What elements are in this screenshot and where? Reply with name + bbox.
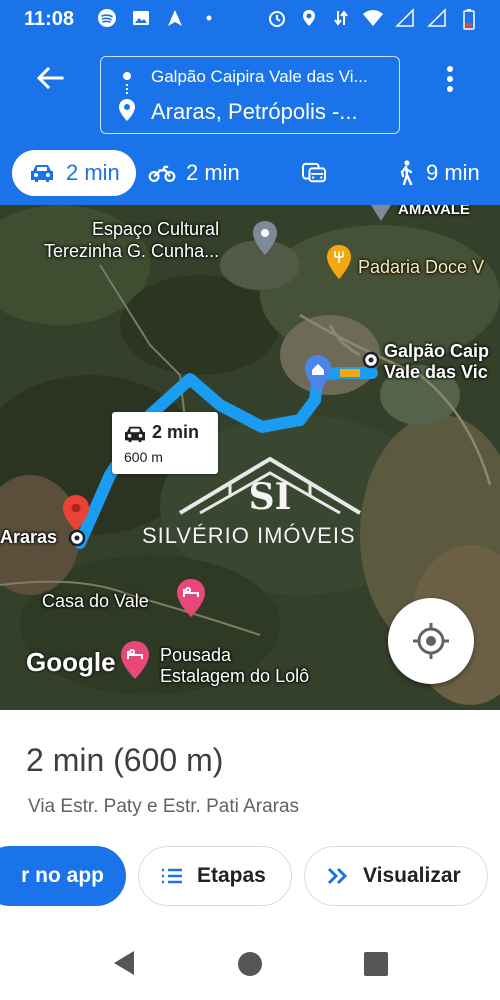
map-view[interactable]: AMAVALE Espaço Cultural Terezinha G. Cun… <box>0 205 500 710</box>
nav-recents-icon[interactable] <box>364 952 388 976</box>
route-details-sheet: 2 min (600 m) Via Estr. Paty e Estr. Pat… <box>0 710 500 930</box>
signal-icon <box>426 8 448 30</box>
nav-back-icon[interactable] <box>112 950 136 976</box>
location-icon <box>298 8 320 30</box>
back-button[interactable] <box>32 62 68 98</box>
route-via: Via Estr. Paty e Estr. Pati Araras <box>28 796 300 817</box>
navigation-icon <box>164 8 186 30</box>
museum-pin-icon[interactable] <box>252 221 278 255</box>
status-icons-left <box>96 8 220 30</box>
travel-modes: 2 min 2 min 9 min <box>0 146 500 200</box>
destination-pin-icon <box>119 99 135 121</box>
map-label-padaria[interactable]: Padaria Doce V <box>358 257 484 278</box>
end-point-icon <box>68 529 86 547</box>
watermark-logo: SI <box>178 456 362 518</box>
origin-field[interactable]: Galpão Caipira Vale das Vi... <box>151 67 368 87</box>
wifi-icon <box>362 8 384 30</box>
walk-icon <box>400 160 413 186</box>
more-options-button[interactable] <box>440 64 460 100</box>
preview-label: Visualizar <box>363 864 461 887</box>
watermark-monogram: SI <box>249 476 292 518</box>
route-badge-time: 2 min <box>152 422 200 442</box>
my-location-button[interactable] <box>388 598 474 684</box>
mode-driving[interactable]: 2 min <box>12 150 136 196</box>
map-label-espaco-cultural-2[interactable]: Terezinha G. Cunha... <box>44 241 219 262</box>
motorcycle-icon <box>148 165 176 182</box>
crosshair-icon <box>413 623 449 659</box>
preview-button[interactable]: Visualizar <box>304 846 488 906</box>
system-nav-bar <box>0 930 500 1000</box>
status-bar: 11:08 <box>0 0 500 40</box>
mode-driving-label: 2 min <box>66 160 120 185</box>
image-icon <box>130 8 152 30</box>
open-in-app-label: r no app <box>21 864 104 887</box>
destination-field[interactable]: Araras, Petrópolis -... <box>151 99 358 125</box>
mode-walking[interactable]: 9 min <box>396 150 480 196</box>
google-logo: Google <box>26 647 116 677</box>
map-label-araras[interactable]: Araras <box>0 527 57 548</box>
mode-motorcycle-label: 2 min <box>186 160 240 185</box>
map-label-amavale: AMAVALE <box>398 205 470 218</box>
data-icon <box>330 8 352 30</box>
trip-summary: 2 min (600 m) <box>26 742 224 778</box>
origin-home-pin-icon[interactable] <box>304 355 332 393</box>
more-vert-icon <box>447 66 453 92</box>
spotify-icon <box>96 8 118 30</box>
route-dots-icon <box>126 84 128 94</box>
signal-icon <box>394 8 416 30</box>
transit-icon <box>301 162 327 183</box>
map-label-pousada-2[interactable]: Estalagem do Lolô <box>160 666 309 687</box>
dot-icon <box>198 8 220 30</box>
status-icons-right <box>266 8 480 30</box>
map-label-galpao[interactable]: Galpão Caip <box>384 341 489 362</box>
car-icon <box>125 426 145 443</box>
open-in-app-button[interactable]: r no app <box>0 846 126 906</box>
start-point-icon <box>362 351 380 369</box>
status-time: 11:08 <box>24 8 75 30</box>
origin-dot-icon <box>123 72 131 80</box>
list-icon <box>162 868 182 884</box>
car-icon <box>31 165 53 182</box>
hotel-pin-icon[interactable] <box>120 641 150 679</box>
map-label-casa-do-vale[interactable]: Casa do Vale <box>42 591 149 612</box>
destination-red-pin-icon[interactable] <box>62 495 90 531</box>
restaurant-pin-icon[interactable] <box>326 245 352 279</box>
nav-home-icon[interactable] <box>238 952 262 976</box>
alarm-icon <box>266 8 288 30</box>
mode-walking-label: 9 min <box>426 160 480 185</box>
arrow-back-icon <box>36 66 64 90</box>
steps-label: Etapas <box>197 864 266 887</box>
double-chevron-right-icon <box>327 867 348 885</box>
watermark-text: SILVÉRIO IMÓVEIS <box>142 523 356 548</box>
map-label-espaco-cultural[interactable]: Espaço Cultural <box>92 219 219 240</box>
battery-icon <box>458 8 480 30</box>
map-label-galpao-2[interactable]: Vale das Vic <box>384 362 488 383</box>
route-input-box[interactable]: Galpão Caipira Vale das Vi... Araras, Pe… <box>100 56 400 134</box>
mode-transit[interactable] <box>300 150 328 196</box>
pin-icon <box>371 205 391 221</box>
top-bar: 11:08 Galpão Caipira Vale das Vi... Arar… <box>0 0 500 205</box>
hotel-pin-icon[interactable] <box>176 579 206 617</box>
mode-motorcycle[interactable]: 2 min <box>148 150 240 196</box>
steps-button[interactable]: Etapas <box>138 846 292 906</box>
map-label-pousada[interactable]: Pousada <box>160 645 231 666</box>
route-badge-distance: 600 m <box>124 449 163 465</box>
